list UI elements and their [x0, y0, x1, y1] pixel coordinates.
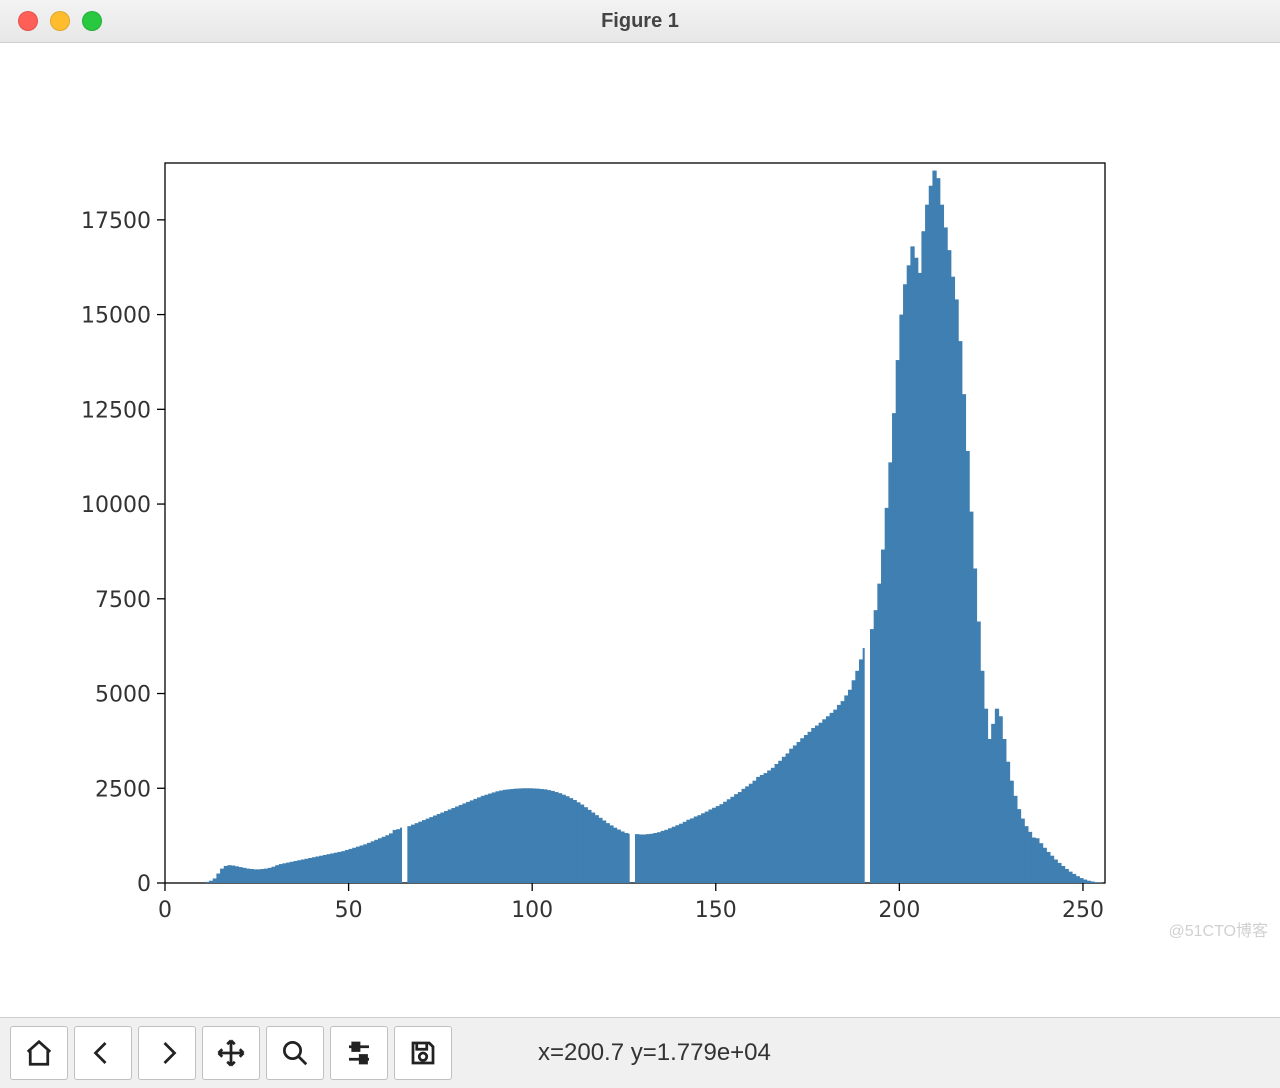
window-title: Figure 1: [0, 10, 1280, 33]
svg-text:5000: 5000: [95, 683, 151, 708]
svg-text:100: 100: [511, 898, 553, 923]
close-icon[interactable]: [18, 11, 38, 31]
figure-canvas[interactable]: 0 50 100 150 200 250 0 2500 5000 7500 10000 12500 1…: [0, 43, 1280, 1017]
zoom-button[interactable]: [266, 1026, 324, 1080]
svg-text:15000: 15000: [81, 304, 151, 329]
svg-text:12500: 12500: [81, 398, 151, 423]
back-button[interactable]: [74, 1026, 132, 1080]
histogram-chart: 0 50 100 150 200 250 0 2500 5000 7500 10000 12500 1…: [0, 43, 1280, 1019]
svg-text:200: 200: [878, 898, 920, 923]
arrow-right-icon: [152, 1038, 182, 1068]
svg-text:7500: 7500: [95, 588, 151, 613]
save-icon: [408, 1038, 438, 1068]
window-controls: [18, 11, 102, 31]
svg-text:10000: 10000: [81, 493, 151, 518]
minimize-icon[interactable]: [50, 11, 70, 31]
home-icon: [24, 1038, 54, 1068]
svg-text:17500: 17500: [81, 209, 151, 234]
svg-text:0: 0: [137, 872, 151, 897]
save-button[interactable]: [394, 1026, 452, 1080]
pan-button[interactable]: [202, 1026, 260, 1080]
arrow-left-icon: [88, 1038, 118, 1068]
magnify-icon: [280, 1038, 310, 1068]
home-button[interactable]: [10, 1026, 68, 1080]
forward-button[interactable]: [138, 1026, 196, 1080]
titlebar: Figure 1: [0, 0, 1280, 43]
zoom-window-icon[interactable]: [82, 11, 102, 31]
move-icon: [216, 1038, 246, 1068]
svg-text:0: 0: [158, 898, 172, 923]
matplotlib-toolbar: x=200.7 y=1.779e+04: [0, 1017, 1280, 1088]
coordinate-readout: x=200.7 y=1.779e+04: [538, 1039, 771, 1067]
svg-text:250: 250: [1062, 898, 1104, 923]
svg-text:150: 150: [695, 898, 737, 923]
svg-text:2500: 2500: [95, 777, 151, 802]
figure-window: Figure 1 0 50 100 150 200 250 0 2500 5000 7500 10…: [0, 0, 1280, 1088]
configure-button[interactable]: [330, 1026, 388, 1080]
sliders-icon: [344, 1038, 374, 1068]
svg-text:50: 50: [335, 898, 363, 923]
